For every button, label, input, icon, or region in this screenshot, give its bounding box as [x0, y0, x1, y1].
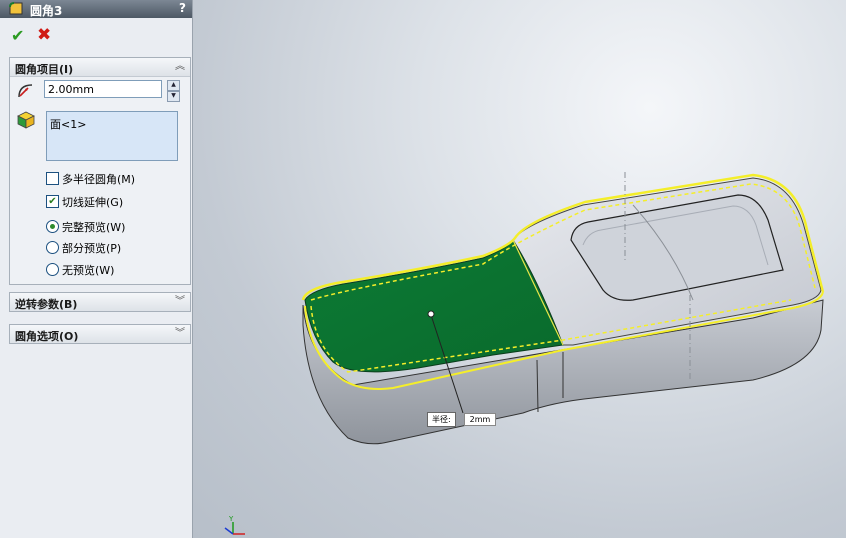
radius-input[interactable] [44, 80, 162, 98]
axis-triad: Y [224, 515, 245, 535]
radio-unselected[interactable] [46, 263, 59, 276]
option-label: 无预览(W) [62, 264, 115, 277]
check-icon: ✔ [11, 26, 25, 45]
face-selection-list[interactable]: 面<1> [46, 111, 178, 161]
part-model[interactable]: Y [193, 0, 846, 538]
chevron-down-icon: ︾ [175, 296, 185, 307]
reverse-parameters-title: 逆转参数(B) [15, 298, 78, 311]
panel-title-bar: 圆角3 ? [0, 0, 192, 18]
face-list-item[interactable]: 面<1> [50, 116, 174, 132]
face-selection-icon [17, 111, 35, 129]
ok-button[interactable]: ✔ [11, 26, 24, 45]
radius-handle[interactable] [427, 310, 435, 318]
fillet-items-title: 圆角项目(I) [15, 63, 74, 76]
fillet-options-group: 圆角选项(O) ︾ [9, 324, 191, 344]
radius-callout-label: 半径: [432, 415, 451, 424]
radius-spin-down[interactable]: ▼ [167, 91, 180, 102]
fillet-options-header[interactable]: 圆角选项(O) ︾ [10, 325, 190, 343]
graphics-viewport[interactable]: Y 半径: 2mm [193, 0, 846, 538]
option-label: 多半径圆角(M) [62, 173, 136, 186]
radius-icon [18, 84, 33, 98]
radius-callout-value[interactable]: 2mm [464, 413, 496, 426]
fillet-items-header[interactable]: 圆角项目(I) ︽ [10, 58, 190, 77]
fillet-items-group: 圆角项目(I) ︽ ▲ ▼ 面<1> 多半径圆角(M) ✔ 切线延伸(G) [9, 57, 191, 285]
option-label: 完整预览(W) [62, 221, 126, 234]
panel-title: 圆角3 [30, 4, 63, 18]
checkbox-box[interactable] [46, 172, 59, 185]
chevron-down-icon: ︾ [175, 328, 185, 339]
property-manager-panel: 圆角3 ? ✔ ✖ 圆角项目(I) ︽ ▲ ▼ 面<1> 多半 [0, 0, 193, 538]
radius-spin-up[interactable]: ▲ [167, 80, 180, 91]
selected-face[interactable] [304, 239, 564, 373]
option-label: 部分预览(P) [62, 242, 122, 255]
fillet-options-title: 圆角选项(O) [15, 330, 79, 343]
fillet-feature-icon [9, 2, 23, 15]
cancel-button[interactable]: ✖ [37, 25, 51, 45]
reverse-parameters-group: 逆转参数(B) ︾ [9, 292, 191, 312]
triad-y-label: Y [228, 515, 234, 523]
chevron-up-icon: ︽ [175, 61, 185, 72]
x-icon: ✖ [37, 25, 52, 45]
radio-unselected[interactable] [46, 241, 59, 254]
option-label: 切线延伸(G) [62, 196, 124, 209]
radio-selected[interactable] [46, 220, 59, 233]
help-button[interactable]: ? [179, 1, 186, 15]
checkbox-box-checked[interactable]: ✔ [46, 195, 59, 208]
reverse-parameters-header[interactable]: 逆转参数(B) ︾ [10, 293, 190, 311]
radius-callout[interactable]: 半径: [427, 412, 456, 427]
